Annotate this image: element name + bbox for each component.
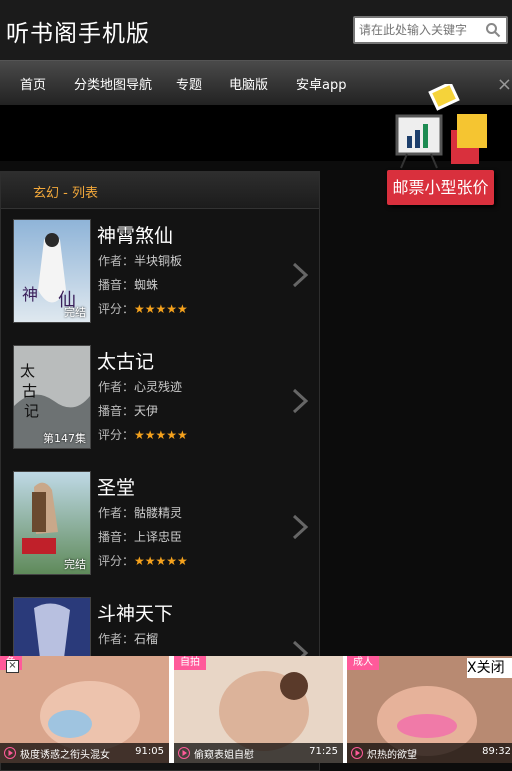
ad-item[interactable]: 自拍 偷窥表姐自慰 71:25	[174, 656, 343, 763]
narrator-value: 上译忠臣	[134, 530, 183, 544]
nav-item-topics[interactable]: 专题	[176, 74, 202, 93]
ad-caption: 偷窥表姐自慰 71:25	[174, 743, 343, 763]
ad-tag: 成人	[347, 656, 379, 670]
narrator-value: 蜘蛛	[134, 278, 159, 292]
book-title[interactable]: 太古记	[97, 347, 154, 374]
book-cover[interactable]: 太 古 记 第147集	[13, 345, 91, 449]
ad-tag: 自拍	[174, 656, 206, 670]
svg-text:古: 古	[22, 382, 37, 400]
rating-label: 评分：	[98, 428, 135, 442]
svg-text:神: 神	[22, 285, 38, 304]
ad-item[interactable]: 色 极度诱惑之衔头混女 91:05	[0, 656, 169, 763]
book-rating: 评分：★★★★★	[98, 300, 188, 317]
close-icon[interactable]: ×	[497, 74, 512, 95]
search-input[interactable]	[359, 22, 485, 38]
book-title[interactable]: 圣堂	[97, 473, 135, 500]
search-icon[interactable]	[485, 22, 501, 38]
rating-label: 评分：	[98, 554, 135, 568]
narrator-label: 播音：	[98, 404, 135, 418]
nav-item-home[interactable]: 首页	[20, 74, 46, 93]
ad-strip: 色 极度诱惑之衔头混女 91:05 自拍 偷窥表姐自慰 71:25 成人 炽热的…	[0, 656, 512, 763]
play-icon[interactable]	[4, 747, 16, 759]
search-box[interactable]	[353, 16, 508, 44]
rating-stars: ★★★★★	[134, 554, 188, 568]
rating-stars: ★★★★★	[134, 428, 188, 442]
book-narrator: 播音：天伊	[98, 402, 158, 419]
svg-text:记: 记	[24, 402, 39, 420]
author-label: 作者：	[98, 254, 135, 268]
play-icon[interactable]	[351, 747, 363, 759]
book-author: 作者：心灵残迹	[98, 378, 182, 395]
nav-item-android-app[interactable]: 安卓app	[296, 74, 346, 93]
rating-stars: ★★★★★	[134, 302, 188, 316]
cover-badge: 第147集	[43, 432, 86, 445]
ad-duration: 91:05	[135, 746, 164, 757]
site-logo[interactable]: 听书阁手机版	[6, 14, 150, 48]
author-label: 作者：	[98, 380, 135, 394]
book-rating: 评分：★★★★★	[98, 552, 188, 569]
cover-badge: 完结	[64, 558, 86, 571]
author-value: 石榴	[134, 632, 159, 646]
book-item[interactable]: 完结 圣堂 作者：骷髅精灵 播音：上译忠臣 评分：★★★★★	[1, 471, 319, 597]
ad-title[interactable]: 炽热的欲望	[367, 746, 417, 761]
panel-header: 玄幻 - 列表	[1, 172, 319, 209]
book-item[interactable]: 神 仙 完结 神霄煞仙 作者：半块铜板 播音：蜘蛛 评分：★★★★★	[1, 219, 319, 345]
nav-item-pc-version[interactable]: 电脑版	[229, 74, 268, 93]
narrator-label: 播音：	[98, 530, 135, 544]
book-cover[interactable]: 神 仙 完结	[13, 219, 91, 323]
stamp-ad-label[interactable]: 邮票小型张价	[387, 170, 494, 205]
ad-duration: 71:25	[309, 746, 338, 757]
ad-title[interactable]: 偷窥表姐自慰	[194, 746, 254, 761]
ad-caption: 极度诱惑之衔头混女 91:05	[0, 743, 169, 763]
ad-title[interactable]: 极度诱惑之衔头混女	[20, 746, 110, 761]
narrator-value: 天伊	[134, 404, 159, 418]
panel-title[interactable]: 玄幻 - 列表	[33, 182, 98, 201]
book-author: 作者：骷髅精灵	[98, 504, 182, 521]
chevron-right-icon[interactable]	[291, 261, 309, 289]
ads-close-button[interactable]: X关闭	[467, 658, 512, 678]
ad-close-x-icon[interactable]: ×	[6, 660, 19, 673]
author-value: 心灵残迹	[134, 380, 183, 394]
rating-label: 评分：	[98, 302, 135, 316]
author-value: 半块铜板	[134, 254, 183, 268]
svg-text:太: 太	[20, 362, 35, 380]
book-title[interactable]: 斗神天下	[97, 599, 173, 626]
author-value: 骷髅精灵	[134, 506, 183, 520]
book-rating: 评分：★★★★★	[98, 426, 188, 443]
narrator-label: 播音：	[98, 278, 135, 292]
ad-duration: 89:32	[482, 746, 511, 757]
cover-badge: 完结	[64, 306, 86, 319]
book-narrator: 播音：蜘蛛	[98, 276, 158, 293]
book-title[interactable]: 神霄煞仙	[97, 221, 173, 248]
author-label: 作者：	[98, 506, 135, 520]
header: 听书阁手机版	[0, 0, 512, 60]
author-label: 作者：	[98, 632, 135, 646]
chevron-right-icon[interactable]	[291, 387, 309, 415]
book-author: 作者：半块铜板	[98, 252, 182, 269]
book-item[interactable]: 太 古 记 第147集 太古记 作者：心灵残迹 播音：天伊 评分：★★★★★	[1, 345, 319, 471]
book-cover[interactable]: 完结	[13, 471, 91, 575]
book-author: 作者：石榴	[98, 630, 158, 647]
chevron-right-icon[interactable]	[291, 513, 309, 541]
book-narrator: 播音：上译忠臣	[98, 528, 182, 545]
ad-caption: 炽热的欲望 89:32	[347, 743, 512, 763]
play-icon[interactable]	[178, 747, 190, 759]
nav-item-category-map[interactable]: 分类地图导航	[74, 74, 152, 93]
